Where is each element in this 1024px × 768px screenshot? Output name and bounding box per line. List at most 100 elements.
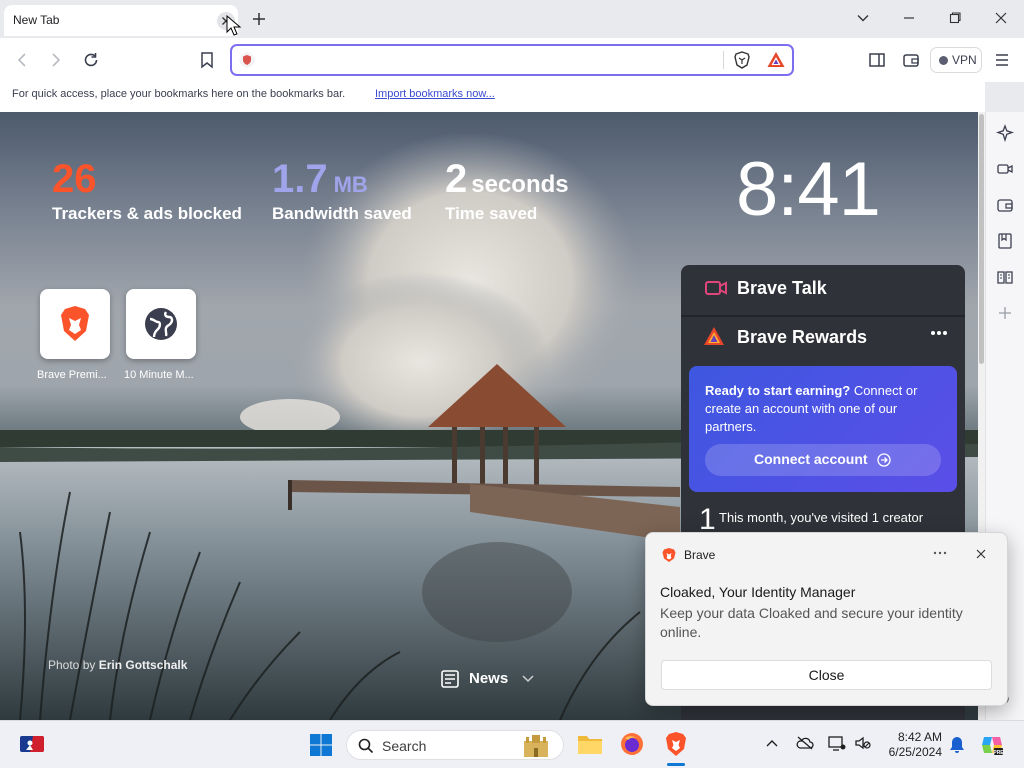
bookmarks-bar-message: For quick access, place your bookmarks h… bbox=[12, 88, 346, 100]
system-date: 6/25/2024 bbox=[888, 745, 942, 759]
brave-shields-button[interactable] bbox=[732, 50, 752, 70]
brave-taskbar-icon[interactable] bbox=[665, 731, 687, 757]
add-panel-icon[interactable] bbox=[997, 305, 1013, 321]
notification-app-name: Brave bbox=[684, 548, 716, 562]
file-explorer-icon[interactable] bbox=[577, 732, 603, 756]
top-site-label: 10 Minute M... bbox=[124, 369, 194, 381]
bookmarks-bar: For quick access, place your bookmarks h… bbox=[0, 82, 985, 112]
earn-promo-text: Ready to start earning? Connect or creat… bbox=[705, 382, 941, 436]
notification-close-icon[interactable] bbox=[975, 548, 987, 560]
reading-list-icon[interactable] bbox=[996, 268, 1014, 286]
mouse-cursor-icon bbox=[226, 15, 242, 36]
reload-button[interactable] bbox=[82, 51, 100, 69]
bookmarks-icon[interactable] bbox=[996, 232, 1014, 250]
leo-ai-icon[interactable] bbox=[996, 124, 1014, 142]
top-site-brave-premium[interactable] bbox=[40, 289, 110, 359]
globe-icon bbox=[145, 308, 177, 340]
trackers-label: Trackers & ads blocked bbox=[52, 204, 242, 223]
notification-toast: Brave Cloaked, Your Identity Manager Kee… bbox=[645, 532, 1008, 706]
address-bar[interactable] bbox=[230, 44, 794, 76]
tab-new-tab[interactable]: New Tab bbox=[4, 5, 242, 36]
brave-logo-icon bbox=[662, 548, 676, 562]
wallet-icon[interactable] bbox=[902, 51, 920, 69]
ntp-clock: 8:41 bbox=[736, 147, 881, 232]
import-bookmarks-link[interactable]: Import bookmarks now... bbox=[375, 88, 495, 100]
notification-title: Cloaked, Your Identity Manager bbox=[660, 584, 856, 600]
wallet-icon[interactable] bbox=[996, 196, 1014, 214]
bookmark-icon[interactable] bbox=[199, 51, 215, 69]
firefox-icon[interactable] bbox=[620, 732, 644, 756]
trackers-value: 26 bbox=[52, 157, 97, 201]
brave-shield-icon bbox=[239, 52, 255, 68]
minimize-button[interactable] bbox=[902, 11, 916, 25]
vpn-button[interactable]: VPN bbox=[930, 47, 982, 73]
photo-credit: Photo by Erin Gottschalk bbox=[48, 658, 187, 672]
visited-text: This month, you've visited 1 creator bbox=[719, 510, 924, 525]
restore-button[interactable] bbox=[948, 11, 962, 25]
brave-rewards-title: Brave Rewards bbox=[737, 327, 868, 347]
show-hidden-icons[interactable] bbox=[766, 738, 778, 748]
bandwidth-unit: MB bbox=[333, 172, 368, 197]
brave-rewards-icon bbox=[704, 327, 724, 345]
top-site-10-minute-mail[interactable] bbox=[126, 289, 196, 359]
video-camera-icon bbox=[705, 281, 727, 295]
back-button[interactable] bbox=[14, 52, 30, 68]
forward-button[interactable] bbox=[48, 52, 64, 68]
brave-talk-card[interactable]: Brave Talk bbox=[681, 265, 965, 319]
sidebar-toggle-icon[interactable] bbox=[868, 51, 886, 69]
mlb-widget-icon[interactable] bbox=[20, 736, 44, 752]
copilot-icon[interactable]: PRE bbox=[980, 733, 1004, 757]
vpn-label: VPN bbox=[952, 53, 977, 67]
tab-search-chevron-icon[interactable] bbox=[856, 11, 870, 25]
close-window-button[interactable] bbox=[994, 11, 1008, 25]
brave-talk-title: Brave Talk bbox=[737, 278, 827, 298]
scrollbar-thumb[interactable] bbox=[979, 114, 984, 364]
photo-credit-prefix: Photo by bbox=[48, 658, 99, 672]
notification-body: Keep your data Cloaked and secure your i… bbox=[660, 605, 963, 640]
brave-rewards-icon[interactable] bbox=[766, 50, 786, 70]
search-highlight-icon bbox=[524, 735, 548, 757]
toolbar: VPN bbox=[0, 38, 1024, 82]
notification-close-button[interactable]: Close bbox=[661, 660, 992, 690]
menu-icon[interactable] bbox=[994, 52, 1010, 68]
active-app-indicator bbox=[667, 763, 685, 766]
chevron-down-icon bbox=[522, 675, 534, 683]
tab-title: New Tab bbox=[13, 13, 60, 27]
news-label: News bbox=[469, 670, 509, 687]
earn-promo-box: Ready to start earning? Connect or creat… bbox=[689, 366, 957, 492]
time-value: 2 bbox=[445, 157, 468, 201]
new-tab-button[interactable] bbox=[250, 10, 268, 28]
address-divider bbox=[723, 51, 724, 69]
brave-talk-icon[interactable] bbox=[996, 160, 1014, 178]
vpn-status-dot bbox=[939, 56, 948, 65]
volume-muted-icon[interactable] bbox=[854, 735, 872, 751]
notification-bell-icon[interactable] bbox=[949, 736, 965, 754]
more-options-icon[interactable] bbox=[929, 329, 949, 337]
search-icon bbox=[358, 738, 374, 754]
bandwidth-label: Bandwidth saved bbox=[272, 204, 412, 223]
system-clock[interactable]: 8:42 AM 6/25/2024 bbox=[880, 730, 942, 760]
trackers-stat: 26 Trackers & ads blocked bbox=[52, 157, 242, 224]
taskbar-search[interactable]: Search bbox=[346, 730, 564, 760]
system-time: 8:42 AM bbox=[897, 730, 942, 744]
taskbar: Search 8:42 AM 6/25/2024 PRE bbox=[0, 720, 1024, 768]
bandwidth-value: 1.7 bbox=[272, 157, 328, 201]
bandwidth-stat: 1.7 MB Bandwidth saved bbox=[272, 157, 412, 224]
address-input[interactable] bbox=[262, 50, 712, 70]
windows-start-icon[interactable] bbox=[309, 733, 333, 757]
brave-lion-icon bbox=[61, 306, 89, 341]
network-icon[interactable] bbox=[828, 735, 846, 751]
photo-credit-author: Erin Gottschalk bbox=[98, 658, 188, 672]
top-site-label: Brave Premi... bbox=[37, 369, 107, 381]
svg-text:PRE: PRE bbox=[993, 750, 1004, 756]
notification-more-icon[interactable] bbox=[933, 551, 947, 555]
earn-promo-bold: Ready to start earning? bbox=[705, 383, 851, 398]
arrow-circle-right-icon bbox=[877, 453, 891, 467]
cloud-offline-icon[interactable] bbox=[796, 735, 814, 751]
connect-account-button[interactable]: Connect account bbox=[705, 444, 941, 476]
time-label: Time saved bbox=[445, 204, 538, 223]
time-unit: seconds bbox=[471, 171, 569, 198]
tab-strip: New Tab bbox=[0, 0, 1024, 38]
connect-account-label: Connect account bbox=[754, 451, 868, 467]
newspaper-icon bbox=[441, 670, 459, 688]
